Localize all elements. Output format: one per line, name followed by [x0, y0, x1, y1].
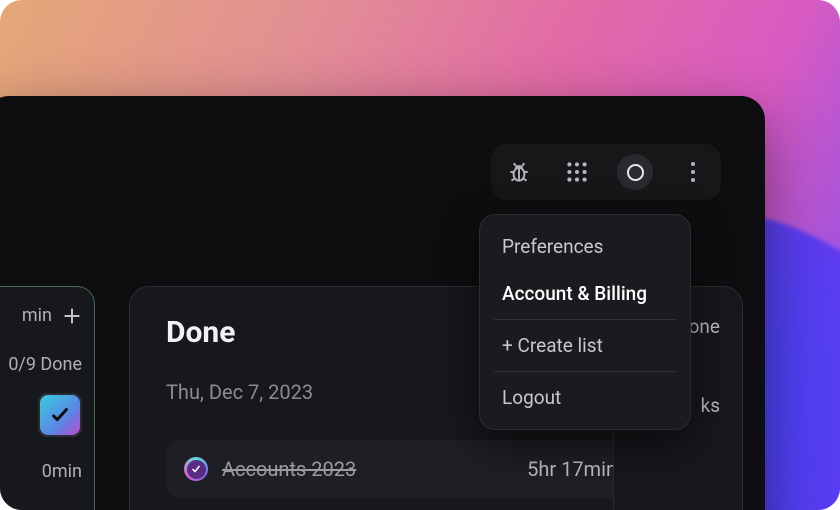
menu-divider — [494, 371, 676, 372]
bug-icon[interactable] — [501, 154, 537, 190]
sidebar-done-count: 0/9 Done — [0, 354, 82, 375]
desktop-wallpaper: Preferences Account & Billing + Create l… — [0, 0, 840, 510]
task-title: Accounts 2023 — [222, 457, 356, 481]
check-complete-icon — [184, 457, 208, 481]
account-menu: Preferences Account & Billing + Create l… — [479, 214, 691, 430]
avatar-button[interactable] — [617, 154, 653, 190]
menu-divider — [494, 319, 676, 320]
task-duration: 5hr 17min — [527, 457, 617, 481]
menu-item-account-billing[interactable]: Account & Billing — [480, 270, 690, 317]
avatar-ring-icon — [627, 164, 644, 181]
sidebar-card-partial: min 0/9 Done 0min — [0, 286, 95, 510]
plus-icon[interactable] — [62, 306, 82, 326]
menu-item-logout[interactable]: Logout — [480, 374, 690, 421]
app-chip-icon[interactable] — [38, 393, 82, 437]
sidebar-bottom-time: 0min — [0, 461, 82, 482]
task-row[interactable]: Accounts 2023 5hr 17min — [166, 440, 675, 498]
sidebar-time-suffix: min — [22, 305, 52, 326]
window-toolbar — [491, 144, 721, 200]
menu-item-create-list[interactable]: + Create list — [480, 322, 690, 369]
menu-item-preferences[interactable]: Preferences — [480, 223, 690, 270]
more-vertical-icon[interactable] — [675, 154, 711, 190]
app-window: Preferences Account & Billing + Create l… — [0, 96, 765, 510]
apps-grid-icon[interactable] — [559, 154, 595, 190]
